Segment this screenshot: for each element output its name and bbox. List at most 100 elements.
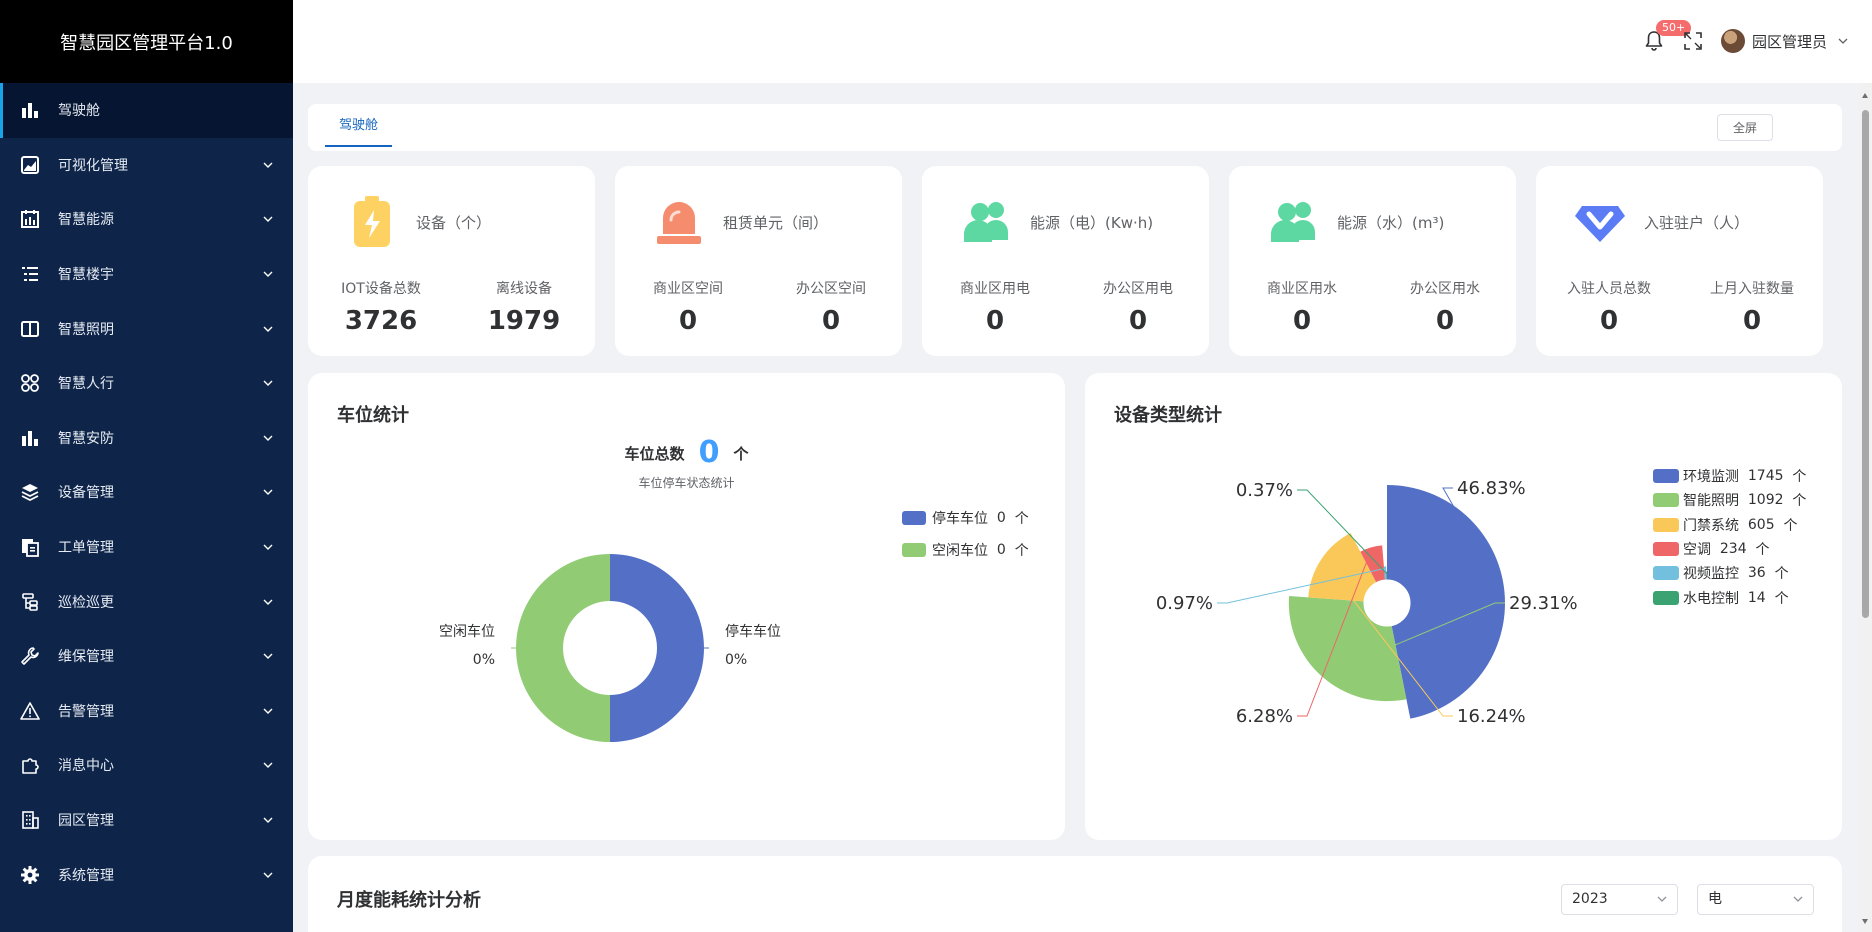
donut-slice[interactable] (610, 554, 704, 742)
battery-icon (354, 196, 390, 247)
slice-percent: 0.37% (1236, 480, 1293, 501)
chevron-down-icon (1793, 896, 1803, 902)
grid-circles-icon (20, 373, 40, 393)
fullscreen-icon[interactable] (1683, 31, 1703, 51)
parking-total-unit: 个 (733, 445, 749, 463)
stat-item: 入驻人员总数 0 (1537, 278, 1681, 336)
panel-icon (20, 319, 40, 339)
sidebar-item-messages[interactable]: 消息中心 (0, 738, 293, 793)
legend-unit: 个 (1765, 566, 1789, 583)
documents-icon (20, 537, 40, 557)
sidebar-item-lighting[interactable]: 智慧照明 (0, 301, 293, 356)
building-icon (20, 810, 40, 830)
legend-item[interactable]: 环境监测 1745 个 (1653, 464, 1806, 488)
sidebar-item-visualization[interactable]: 可视化管理 (0, 138, 293, 193)
sidebar-item-label: 智慧照明 (58, 321, 114, 338)
app-title: 智慧园区管理平台1.0 (0, 0, 293, 83)
tree-icon (20, 592, 40, 612)
calendar-chart-icon (20, 209, 40, 229)
chevron-down-icon (263, 162, 273, 168)
stat-item-label: 商业区用电 (960, 281, 1030, 297)
stat-title: 能源（水）(m³) (1337, 214, 1445, 232)
legend-item[interactable]: 门禁系统 605 个 (1653, 513, 1806, 537)
legend-label: 空调 (1683, 542, 1711, 559)
chevron-down-icon (1657, 896, 1667, 902)
scroll-up-arrow-icon[interactable] (1862, 93, 1868, 98)
stat-item-value: 0 (1292, 306, 1312, 336)
puzzle-icon (20, 755, 40, 775)
parking-total-value: 0 (698, 435, 720, 470)
parking-subtitle: 车位停车状态统计 (638, 476, 735, 490)
sidebar-item-label: 智慧人行 (58, 376, 114, 393)
sidebar-item-alarm[interactable]: 告警管理 (0, 684, 293, 739)
legend-value: 1745 (1739, 468, 1784, 485)
sidebar-item-pedestrian[interactable]: 智慧人行 (0, 356, 293, 411)
fullscreen-button[interactable]: 全屏 (1717, 114, 1773, 141)
legend-item[interactable]: 水电控制 14 个 (1653, 585, 1806, 609)
scrollbar[interactable] (1859, 83, 1872, 932)
stat-item-label: 商业区空间 (653, 281, 723, 297)
legend-unit: 个 (1014, 543, 1029, 559)
sidebar-item-devices[interactable]: 设备管理 (0, 465, 293, 520)
legend-item[interactable]: 空调 234 个 (1653, 537, 1806, 561)
scroll-down-arrow-icon[interactable] (1862, 919, 1868, 924)
energy-type-select[interactable]: 电 (1697, 884, 1814, 915)
chevron-down-icon (263, 653, 273, 660)
sidebar-item-building[interactable]: 智慧楼宇 (0, 247, 293, 302)
slice-label: 停车车位 (725, 623, 781, 640)
device-legend: 环境监测 1745 个智能照明 1092 个门禁系统 605 个空调 234 个… (1653, 464, 1806, 610)
legend-item[interactable]: 智能照明 1092 个 (1653, 488, 1806, 512)
tab-cockpit[interactable]: 驾驶舱 (325, 104, 393, 147)
sidebar-item-maintenance[interactable]: 维保管理 (0, 629, 293, 684)
legend-item[interactable]: 停车车位 0 个 (902, 502, 1029, 534)
sidebar: 智慧园区管理平台1.0 驾驶舱 可视化管理 智慧能源 智慧楼宇 智慧照明 智慧人… (0, 0, 293, 932)
legend-unit: 个 (1783, 469, 1807, 486)
year-select[interactable]: 2023 (1561, 884, 1678, 915)
sidebar-item-label: 告警管理 (58, 703, 114, 720)
legend-swatch (902, 511, 926, 525)
warning-icon (20, 701, 40, 721)
legend-swatch (1653, 493, 1679, 508)
legend-item[interactable]: 视频监控 36 个 (1653, 561, 1806, 585)
donut-slice[interactable] (516, 554, 610, 742)
sidebar-item-workorder[interactable]: 工单管理 (0, 520, 293, 575)
sidebar-item-energy[interactable]: 智慧能源 (0, 192, 293, 247)
chevron-down-icon (263, 762, 273, 769)
sidebar-item-label: 维保管理 (58, 649, 114, 666)
slice-percent: 0% (473, 652, 495, 668)
chevron-down-icon (263, 544, 273, 551)
chevron-down-icon (263, 489, 273, 496)
legend-item[interactable]: 空闲车位 0 个 (902, 534, 1029, 566)
device-type-panel: 设备类型统计 46.83% 29.31% 16.24% 6.28% 0.97% 0.37%… (1085, 373, 1842, 840)
year-select-value: 2023 (1572, 891, 1608, 907)
avatar[interactable] (1721, 29, 1745, 53)
sidebar-item-system[interactable]: 系统管理 (0, 847, 293, 902)
sidebar-item-park[interactable]: 园区管理 (0, 793, 293, 848)
username[interactable]: 园区管理员 (1752, 31, 1827, 52)
parking-legend: 停车车位 0 个 空闲车位 0 个 (902, 502, 1029, 566)
alarm-light-icon (657, 202, 701, 244)
chevron-down-icon (263, 216, 273, 223)
stat-item-value: 0 (985, 306, 1005, 336)
sidebar-item-cockpit[interactable]: 驾驶舱 (0, 83, 293, 138)
legend-label: 视频监控 (1683, 566, 1739, 583)
legend-label: 停车车位 (932, 511, 988, 527)
legend-label: 水电控制 (1683, 590, 1739, 607)
sidebar-item-patrol[interactable]: 巡检巡更 (0, 574, 293, 629)
sidebar-item-security[interactable]: 智慧安防 (0, 411, 293, 466)
legend-value: 0 (996, 510, 1006, 526)
chevron-down-icon (263, 271, 273, 278)
scroll-thumb[interactable] (1862, 110, 1869, 618)
sidebar-item-label: 驾驶舱 (58, 103, 100, 120)
stat-item: 办公区用水 0 (1373, 278, 1517, 336)
legend-unit: 个 (1765, 590, 1789, 607)
rose-slice[interactable] (1308, 532, 1377, 602)
sidebar-item-label: 系统管理 (58, 867, 114, 884)
parking-total-label: 车位总数 (624, 445, 685, 463)
users-icon (1271, 202, 1315, 242)
slice-percent: 0% (725, 652, 747, 668)
chevron-down-icon[interactable] (1838, 36, 1848, 46)
legend-value: 36 (1739, 565, 1766, 582)
stat-item: 商业区用电 0 (923, 278, 1067, 336)
stat-card-tenants: 入驻驻户（人） 入驻人员总数 0 上月入驻数量 0 (1536, 166, 1823, 356)
